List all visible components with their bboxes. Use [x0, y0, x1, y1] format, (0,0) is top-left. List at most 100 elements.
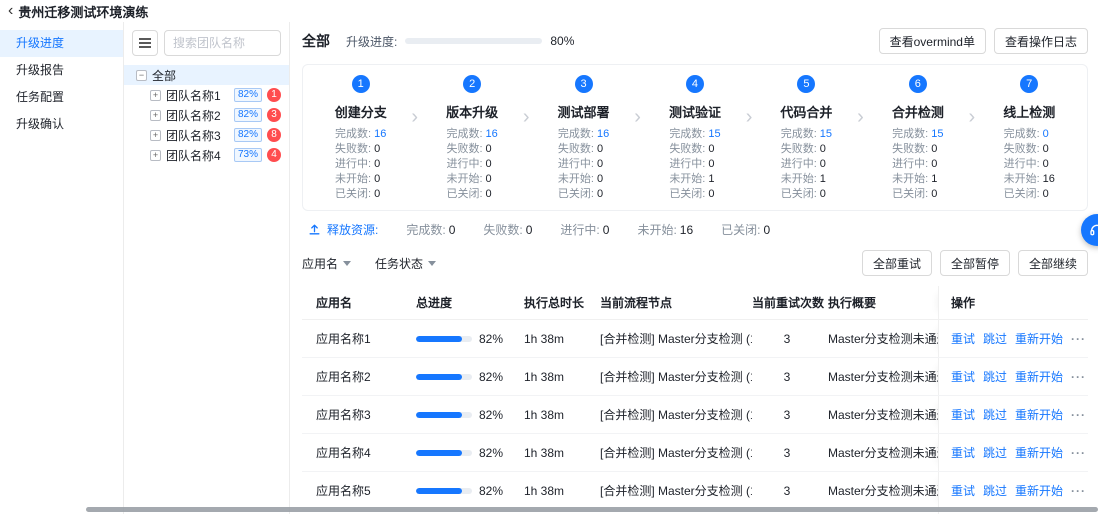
stat-line: 已关闭: 0: [1003, 188, 1049, 200]
current-node-cell: [合并检测] Master分支检测 (1m3s): [600, 408, 752, 422]
row-progress-fill: [416, 373, 462, 380]
summary-cell: Master分支检测未通过，请合入代码后: [828, 446, 938, 460]
menu-button[interactable]: [132, 30, 158, 56]
team-search-input[interactable]: [164, 30, 281, 56]
stat-line: 未开始: 1: [892, 173, 938, 185]
restart-link[interactable]: 重新开始: [1015, 482, 1063, 499]
row-progress-bar: [416, 335, 472, 342]
progress-cell: 82%: [416, 446, 524, 460]
stat-line: 失败数: 0: [557, 143, 604, 155]
more-actions-icon[interactable]: ···: [1071, 370, 1086, 384]
retry-link[interactable]: 重试: [951, 444, 975, 461]
page-header: ‹ 贵州迁移测试环境演练: [0, 0, 1098, 22]
skip-link[interactable]: 跳过: [983, 330, 1007, 347]
step-stats: 完成数: 15 失败数: 0 进行中: 0 未开始: 1 已关闭: 0: [781, 127, 832, 202]
app-name-cell: 应用名称3: [316, 408, 371, 422]
step-title: 合并检测: [891, 105, 944, 120]
more-actions-icon[interactable]: ···: [1071, 446, 1086, 460]
actions-cell: 重试 跳过 重新开始 ···: [938, 472, 1088, 509]
stat-line: 未开始: 1: [669, 173, 715, 185]
tree-toolbar: [124, 30, 289, 56]
view-overmind-button[interactable]: 查看overmind单: [878, 28, 986, 54]
stat-line: 完成数: 0: [1003, 128, 1049, 140]
restart-link[interactable]: 重新开始: [1015, 444, 1063, 461]
step-number-badge: 3: [574, 75, 593, 93]
retry-link[interactable]: 重试: [951, 368, 975, 385]
skip-link[interactable]: 跳过: [983, 444, 1007, 461]
sidebar-item-task-config[interactable]: 任务配置: [0, 84, 123, 111]
tree-node-team[interactable]: + 团队名称3 82% 8: [124, 125, 289, 145]
expand-icon[interactable]: +: [150, 89, 161, 101]
collapse-icon[interactable]: −: [136, 69, 147, 81]
tree-node-team[interactable]: + 团队名称4 73% 4: [124, 145, 289, 165]
team-alert-badge: 1: [267, 88, 281, 102]
col-app-name: 应用名: [316, 296, 353, 310]
pipeline-stepper: › 1 创建分支 完成数:16 失败数:0 进行中:0 未开始:0 已关闭:0 …: [302, 64, 1088, 211]
app-name-filter-dropdown[interactable]: 应用名: [302, 255, 352, 272]
team-name: 团队名称1: [166, 88, 221, 103]
team-progress-tag: 82%: [233, 128, 262, 142]
restart-link[interactable]: 重新开始: [1015, 406, 1063, 423]
team-alert-badge: 4: [267, 148, 281, 162]
back-icon[interactable]: ‹: [8, 3, 13, 19]
stat-line: 进行中: 0: [1003, 158, 1049, 170]
retry-count-cell: 3: [783, 369, 791, 384]
tree-node-all[interactable]: − 全部: [124, 65, 289, 85]
team-progress-tag: 82%: [233, 88, 262, 102]
expand-icon[interactable]: +: [150, 109, 161, 121]
retry-link[interactable]: 重试: [951, 330, 975, 347]
horizontal-scrollbar-thumb[interactable]: [86, 507, 1098, 512]
table-header: 应用名 总进度 执行总时长 当前流程节点 当前重试次数 执行概要 操作: [302, 286, 1088, 320]
more-actions-icon[interactable]: ···: [1071, 332, 1086, 346]
row-progress-bar: [416, 449, 472, 456]
sidebar-item-upgrade-progress[interactable]: 升级进度: [0, 30, 123, 57]
more-actions-icon[interactable]: ···: [1071, 484, 1086, 498]
duration-cell: 1h 38m: [524, 445, 565, 460]
step-number-badge: 5: [797, 75, 816, 93]
pipeline-step: › 1 创建分支 完成数:16 失败数:0 进行中:0 未开始:0 已关闭:0: [305, 75, 416, 202]
skip-link[interactable]: 跳过: [983, 406, 1007, 423]
chevron-right-icon: ›: [411, 106, 419, 128]
current-node-cell: [合并检测] Master分支检测 (1m4s): [600, 370, 752, 384]
stat-line: 失败数: 0: [780, 143, 826, 155]
stat-line: 完成数: 15: [780, 128, 833, 140]
sidebar-item-upgrade-report[interactable]: 升级报告: [0, 57, 123, 84]
restart-link[interactable]: 重新开始: [1015, 368, 1063, 385]
restart-link[interactable]: 重新开始: [1015, 330, 1063, 347]
retry-link[interactable]: 重试: [951, 482, 975, 499]
release-resources-row: 释放资源: 完成数: 0 失败数: 0 进行中: 0 未开始: 16 已关闭: …: [302, 221, 1088, 238]
upgrade-progress-label: 升级进度:: [346, 34, 398, 49]
skip-link[interactable]: 跳过: [983, 482, 1007, 499]
team-name: 团队名称2: [166, 108, 221, 123]
release-resources-link[interactable]: 释放资源:: [327, 221, 378, 238]
summary-cell: Master分支检测未通过，请合入代码后: [828, 484, 938, 498]
expand-icon[interactable]: +: [150, 129, 161, 141]
tree-node-team[interactable]: + 团队名称2 82% 3: [124, 105, 289, 125]
duration-cell: 1h 38m: [524, 331, 565, 346]
row-progress-percent: 82%: [479, 483, 504, 498]
row-progress-percent: 82%: [479, 369, 504, 384]
duration-cell: 1h 38m: [524, 407, 565, 422]
sidebar-item-upgrade-confirm[interactable]: 升级确认: [0, 111, 123, 138]
team-alert-badge: 3: [267, 108, 281, 122]
task-status-filter-dropdown[interactable]: 任务状态: [375, 255, 437, 272]
more-actions-icon[interactable]: ···: [1071, 408, 1086, 422]
expand-icon[interactable]: +: [150, 149, 161, 161]
skip-link[interactable]: 跳过: [983, 368, 1007, 385]
step-title: 测试验证: [668, 105, 721, 120]
team-name: 团队名称3: [166, 128, 221, 143]
scope-label: 全部: [302, 33, 330, 49]
step-stats: 完成数: 15 失败数: 0 进行中: 0 未开始: 1 已关闭: 0: [892, 127, 943, 202]
retry-all-button[interactable]: 全部重试: [861, 250, 932, 276]
resume-all-button[interactable]: 全部继续: [1017, 250, 1088, 276]
retry-link[interactable]: 重试: [951, 406, 975, 423]
pause-all-button[interactable]: 全部暂停: [939, 250, 1010, 276]
col-current-node: 当前流程节点: [600, 296, 673, 310]
stat-line: 已关闭: 0: [446, 188, 492, 200]
caret-down-icon: [428, 260, 437, 266]
view-logs-button[interactable]: 查看操作日志: [993, 28, 1088, 54]
stat-line: 进行中: 0: [446, 158, 492, 170]
app-name-cell: 应用名称2: [316, 370, 371, 384]
team-name: 团队名称4: [166, 148, 221, 163]
tree-node-team[interactable]: + 团队名称1 82% 1: [124, 85, 289, 105]
